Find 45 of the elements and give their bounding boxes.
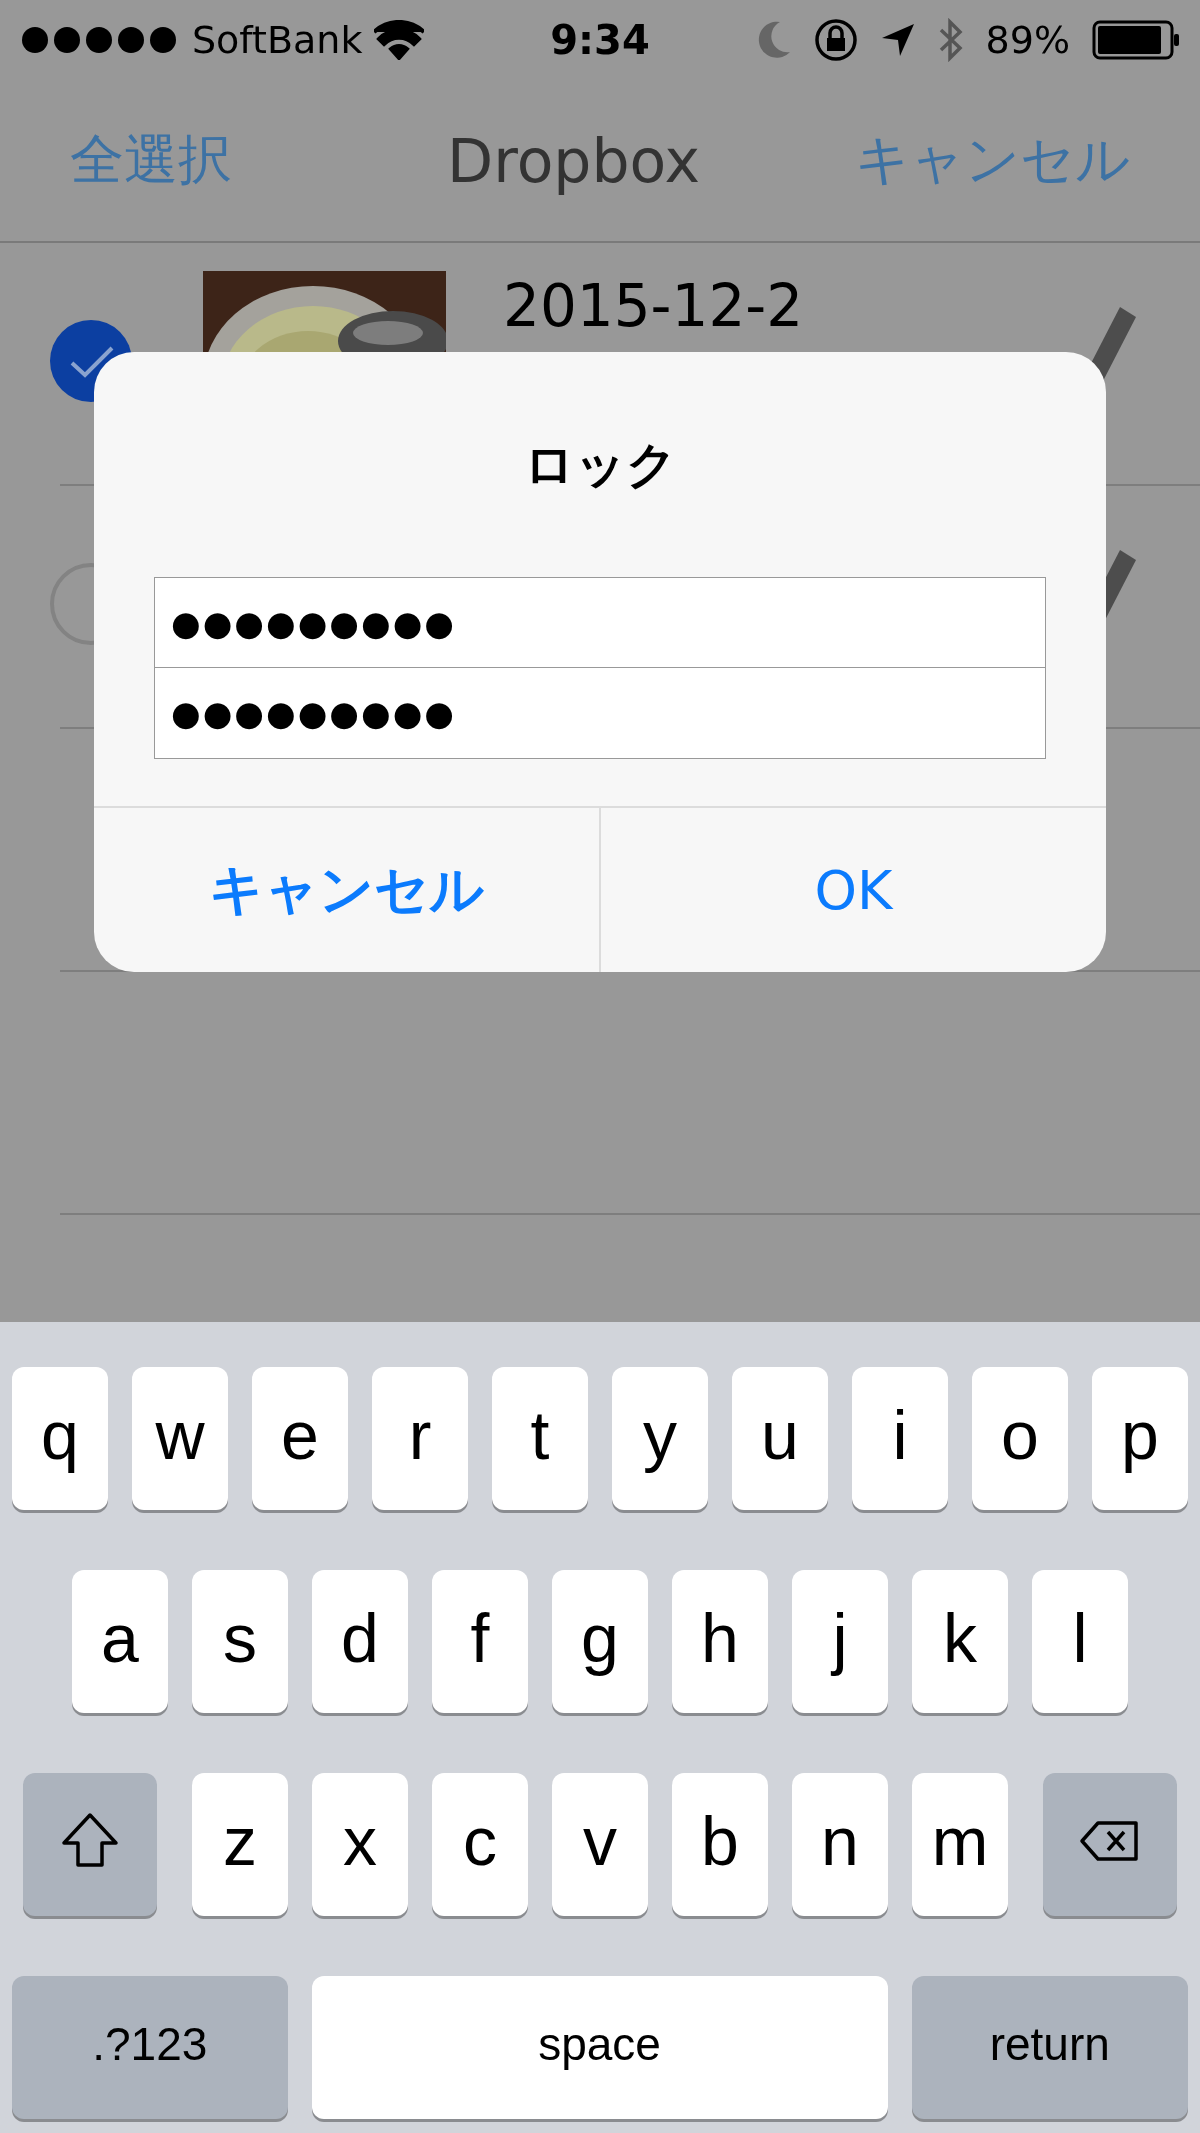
key[interactable]: x bbox=[312, 1773, 408, 1916]
key[interactable]: s bbox=[192, 1570, 288, 1713]
key[interactable]: g bbox=[552, 1570, 648, 1713]
key[interactable]: v bbox=[552, 1773, 648, 1916]
key[interactable]: d bbox=[312, 1570, 408, 1713]
key[interactable]: m bbox=[912, 1773, 1008, 1916]
key[interactable]: z bbox=[192, 1773, 288, 1916]
rotation-lock-icon bbox=[813, 18, 858, 62]
delete-key[interactable] bbox=[1043, 1773, 1177, 1916]
file-name: 2015-12-2 bbox=[503, 273, 804, 340]
key[interactable]: p bbox=[1092, 1367, 1188, 1510]
key[interactable]: c bbox=[432, 1773, 528, 1916]
key[interactable]: r bbox=[372, 1367, 468, 1510]
carrier-name: SoftBank bbox=[192, 18, 363, 62]
key[interactable]: u bbox=[732, 1367, 828, 1510]
key[interactable]: n bbox=[792, 1773, 888, 1916]
key[interactable]: b bbox=[672, 1773, 768, 1916]
key[interactable]: k bbox=[912, 1570, 1008, 1713]
key[interactable]: j bbox=[792, 1570, 888, 1713]
clock-time: 9:34 bbox=[550, 17, 650, 63]
key[interactable]: t bbox=[492, 1367, 588, 1510]
key[interactable]: a bbox=[72, 1570, 168, 1713]
return-key[interactable]: return bbox=[911, 1976, 1188, 2119]
cancel-button[interactable]: キャンセル bbox=[94, 808, 599, 972]
key[interactable]: y bbox=[612, 1367, 708, 1510]
key[interactable]: q bbox=[12, 1367, 108, 1510]
nav-title: Dropbox bbox=[447, 125, 700, 196]
key[interactable]: e bbox=[252, 1367, 348, 1510]
dialog-title: ロック bbox=[523, 435, 677, 496]
key[interactable]: w bbox=[132, 1367, 228, 1510]
key[interactable]: f bbox=[432, 1570, 528, 1713]
numbers-key[interactable]: .?123 bbox=[12, 1976, 288, 2119]
battery-icon bbox=[1092, 20, 1180, 60]
space-key[interactable]: space bbox=[311, 1976, 888, 2119]
battery-percent: 89% bbox=[985, 18, 1070, 62]
password-field[interactable]: ●●●●●●●●● bbox=[154, 668, 1046, 759]
key[interactable]: l bbox=[1032, 1570, 1128, 1713]
shift-key[interactable] bbox=[23, 1773, 157, 1916]
password-field[interactable]: ●●●●●●●●● bbox=[154, 577, 1046, 668]
bluetooth-icon bbox=[937, 16, 964, 64]
key[interactable]: h bbox=[672, 1570, 768, 1713]
key[interactable]: o bbox=[972, 1367, 1068, 1510]
wifi-icon bbox=[374, 20, 425, 60]
ok-button[interactable]: OK bbox=[599, 808, 1106, 972]
key[interactable]: i bbox=[852, 1367, 948, 1510]
